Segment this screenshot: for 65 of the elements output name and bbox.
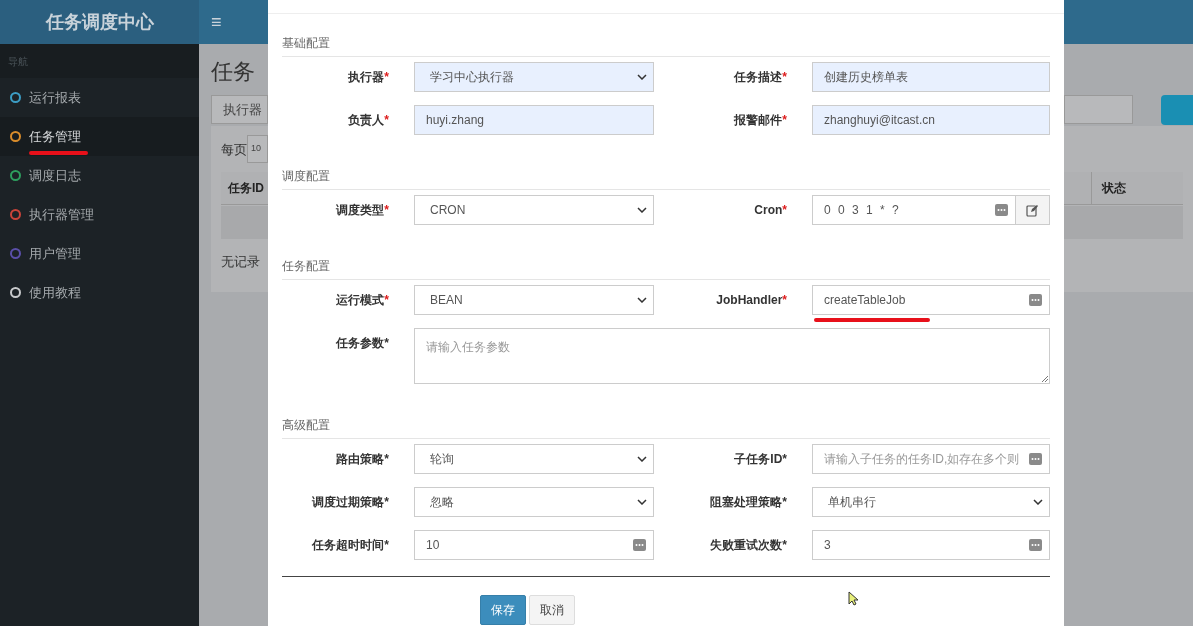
field-label: 失败重试次数* — [710, 537, 787, 554]
sidebar-item[interactable]: 任务管理 — [0, 117, 199, 156]
select-field[interactable]: 忽略 — [414, 487, 654, 517]
caret-icon — [637, 456, 647, 462]
search-field[interactable] — [1064, 95, 1133, 124]
caret-icon — [637, 297, 647, 303]
select-field[interactable]: 轮询 — [414, 444, 654, 474]
sidebar-item[interactable]: 使用教程 — [0, 273, 199, 312]
ellipsis-icon[interactable] — [633, 539, 646, 551]
caret-icon — [637, 207, 647, 213]
mouse-cursor-icon — [848, 591, 859, 606]
input-field[interactable]: zhanghuyi@itcast.cn — [812, 105, 1050, 135]
app-title: 任务调度中心 — [45, 10, 154, 34]
input-field[interactable]: 3 — [812, 530, 1050, 560]
save-button[interactable]: 保存 — [480, 595, 526, 625]
field-label: 负责人* — [348, 112, 389, 129]
input-field[interactable]: 创建历史榜单表 — [812, 62, 1050, 92]
section-title: 任务配置 — [282, 259, 330, 273]
select-field[interactable]: 学习中心执行器 — [414, 62, 654, 92]
page-size-label: 每页 — [221, 141, 247, 159]
input-field[interactable]: 0 0 3 1 * ? — [812, 195, 1016, 225]
field-label: 任务超时时间* — [312, 537, 389, 554]
cancel-button[interactable]: 取消 — [529, 595, 575, 625]
field-label: 报警邮件* — [734, 112, 787, 129]
ellipsis-icon[interactable] — [995, 204, 1008, 216]
section-title: 基础配置 — [282, 36, 330, 50]
sidebar-item[interactable]: 执行器管理 — [0, 195, 199, 234]
ellipsis-icon[interactable] — [1029, 539, 1042, 551]
field-label: 调度类型* — [336, 202, 389, 219]
empty-text: 无记录 — [221, 253, 260, 271]
field-label: 运行模式* — [336, 292, 389, 309]
field-label: 执行器* — [348, 69, 389, 86]
section-title: 调度配置 — [282, 169, 330, 183]
field-label: 子任务ID* — [734, 451, 787, 468]
column-header — [1064, 172, 1092, 205]
page-size-select[interactable]: 10 — [247, 135, 268, 163]
menu-button[interactable]: ≡ — [211, 8, 222, 36]
caret-icon — [1033, 499, 1043, 505]
field-label: 任务参数* — [336, 335, 389, 352]
page-title: 任务 — [211, 58, 255, 86]
field-label: 调度过期策略* — [312, 494, 389, 511]
caret-icon — [637, 74, 647, 80]
ellipsis-icon[interactable] — [1029, 453, 1042, 465]
edit-icon — [1026, 203, 1039, 217]
section-title: 高级配置 — [282, 418, 330, 432]
sidebar-item[interactable]: 调度日志 — [0, 156, 199, 195]
input-field[interactable]: huyi.zhang — [414, 105, 654, 135]
filter-field[interactable]: 执行器 — [211, 95, 268, 124]
field-label: 路由策略* — [336, 451, 389, 468]
resize-handle-icon[interactable] — [1041, 375, 1048, 382]
input-field[interactable]: 10 — [414, 530, 654, 560]
table-row — [221, 206, 268, 239]
field-label: 任务描述* — [734, 69, 787, 86]
field-label: 阻塞处理策略* — [710, 494, 787, 511]
field-label: JobHandler* — [716, 292, 787, 309]
sidebar-item[interactable]: 用户管理 — [0, 234, 199, 273]
select-field[interactable]: BEAN — [414, 285, 654, 315]
field-label: Cron* — [754, 202, 787, 219]
select-field[interactable]: 单机串行 — [812, 487, 1050, 517]
edit-button[interactable] — [1016, 195, 1050, 225]
caret-icon — [637, 499, 647, 505]
select-field[interactable]: CRON — [414, 195, 654, 225]
ellipsis-icon[interactable] — [1029, 294, 1042, 306]
sidebar-item[interactable]: 运行报表 — [0, 78, 199, 117]
input-field[interactable]: createTableJob — [812, 285, 1050, 315]
